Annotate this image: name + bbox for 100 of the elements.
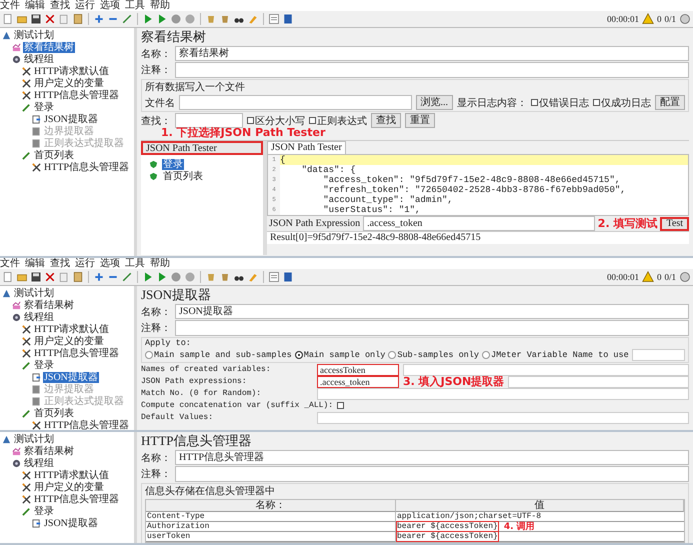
paste-icon[interactable] [72, 271, 84, 283]
save-icon[interactable] [30, 271, 42, 283]
column-header[interactable]: 值 [396, 500, 684, 512]
search-field[interactable] [175, 113, 243, 128]
tree-item[interactable]: 线程组 [23, 54, 55, 64]
globe-icon[interactable] [679, 13, 691, 25]
menu-item[interactable]: 选项 [100, 0, 120, 11]
tree-item[interactable]: JSON提取器 [43, 114, 99, 124]
radio-button[interactable] [294, 351, 303, 359]
stop-icon[interactable] [184, 13, 196, 25]
sample-item[interactable]: 登录 [162, 158, 184, 170]
tree-item[interactable]: 首页列表 [33, 408, 75, 418]
text-field[interactable] [317, 412, 689, 424]
menu-item[interactable]: 查找 [50, 0, 70, 11]
paste-icon[interactable] [72, 13, 84, 25]
text-field[interactable]: accessToken [317, 364, 399, 376]
play-icon[interactable] [142, 13, 154, 25]
tree-item[interactable]: 测试计划 [13, 30, 55, 40]
page-icon[interactable] [2, 271, 14, 283]
tree-item[interactable]: 线程组 [23, 312, 55, 322]
test-button[interactable]: Test [660, 216, 689, 230]
tree-item[interactable]: 登录 [33, 102, 55, 112]
expression-field[interactable]: .access_token [363, 216, 595, 231]
tester-tab[interactable]: JSON Path Tester [267, 141, 346, 154]
tree-item[interactable]: 登录 [33, 360, 55, 370]
comment-field[interactable] [175, 466, 689, 482]
text-field[interactable] [508, 376, 689, 388]
warning-icon[interactable] [642, 13, 654, 25]
browse-button[interactable]: 浏览... [416, 95, 453, 110]
menu-item[interactable]: 编辑 [25, 0, 45, 11]
page-icon[interactable] [2, 13, 14, 25]
tree-item[interactable]: HTTP信息头管理器 [43, 420, 130, 430]
sample-item[interactable]: 首页列表 [162, 170, 204, 182]
menu-item[interactable]: 运行 [75, 258, 95, 269]
comment-field[interactable] [175, 62, 689, 78]
tree-item[interactable]: HTTP请求默认值 [33, 66, 110, 76]
tree-item[interactable]: HTTP信息头管理器 [33, 494, 120, 504]
tree-item[interactable]: HTTP请求默认值 [33, 470, 110, 480]
warning-icon[interactable] [642, 271, 654, 283]
menu-item[interactable]: 运行 [75, 0, 95, 11]
checkbox[interactable] [309, 117, 316, 124]
name-field[interactable]: 察看结果树 [175, 46, 689, 61]
tree-item[interactable]: HTTP信息头管理器 [33, 348, 120, 358]
text-field[interactable]: .access_token [317, 376, 399, 388]
text-field[interactable] [403, 364, 689, 376]
globe-icon[interactable] [679, 271, 691, 283]
play-icon[interactable] [142, 271, 154, 283]
tree-item[interactable]: HTTP信息头管理器 [33, 90, 120, 100]
stop-icon[interactable] [170, 13, 182, 25]
tree-item[interactable]: 用户定义的变量 [33, 78, 105, 88]
menu-item[interactable]: 工具 [125, 0, 145, 11]
text-field[interactable] [317, 388, 689, 400]
tree-item[interactable]: 登录 [33, 506, 55, 516]
stop-icon[interactable] [170, 271, 182, 283]
radio-button[interactable] [145, 351, 153, 359]
menu-item[interactable]: 工具 [125, 258, 145, 269]
tree-item[interactable]: HTTP请求默认值 [33, 324, 110, 334]
toolbar-button[interactable]: 查找 [371, 113, 401, 128]
menu-item[interactable]: 查找 [50, 258, 70, 269]
play-icon[interactable] [156, 271, 168, 283]
name-field[interactable]: HTTP信息头管理器 [175, 450, 689, 465]
menu-item[interactable]: 选项 [100, 258, 120, 269]
name-field[interactable]: JSON提取器 [175, 304, 689, 319]
radio-button[interactable] [388, 351, 396, 359]
tree-item[interactable]: 用户定义的变量 [33, 482, 105, 492]
list-icon[interactable] [268, 13, 280, 25]
save-icon[interactable] [30, 13, 42, 25]
tree-item[interactable]: 首页列表 [33, 150, 75, 160]
tree-item[interactable]: 察看结果树 [23, 300, 75, 310]
configure-button[interactable]: 配置 [655, 95, 685, 110]
comment-field[interactable] [175, 320, 689, 336]
list-icon[interactable] [268, 271, 280, 283]
copy-icon[interactable] [58, 13, 70, 25]
tree-item[interactable]: 察看结果树 [23, 446, 75, 456]
copy-icon[interactable] [58, 271, 70, 283]
plus-icon[interactable] [93, 271, 105, 283]
checkbox[interactable] [593, 99, 600, 106]
tree-item[interactable]: 测试计划 [13, 434, 55, 444]
radio-button[interactable] [482, 351, 490, 359]
menu-item[interactable]: 帮助 [150, 0, 170, 11]
column-header[interactable]: 名称： [146, 500, 396, 512]
tree-item[interactable]: JSON提取器 [43, 518, 99, 528]
tree-item[interactable]: 测试计划 [13, 288, 55, 298]
tree-item[interactable]: 用户定义的变量 [33, 336, 105, 346]
tree-item[interactable]: HTTP信息头管理器 [43, 162, 130, 172]
tree-item[interactable]: JSON提取器 [43, 372, 99, 382]
renderer-dropdown[interactable]: JSON Path Tester [141, 141, 263, 155]
menu-item[interactable]: 编辑 [25, 258, 45, 269]
filename-field[interactable] [179, 95, 412, 110]
plus-icon[interactable] [93, 13, 105, 25]
checkbox[interactable] [531, 99, 538, 106]
checkbox[interactable] [337, 402, 344, 409]
play-icon[interactable] [156, 13, 168, 25]
tree-item[interactable]: 察看结果树 [23, 42, 75, 52]
stop-icon[interactable] [184, 271, 196, 283]
toolbar-button[interactable]: 重置 [405, 113, 435, 128]
checkbox[interactable] [247, 117, 254, 124]
variable-name-field[interactable] [632, 349, 685, 361]
tree-item[interactable]: 线程组 [23, 458, 55, 468]
menu-item[interactable]: 帮助 [150, 258, 170, 269]
